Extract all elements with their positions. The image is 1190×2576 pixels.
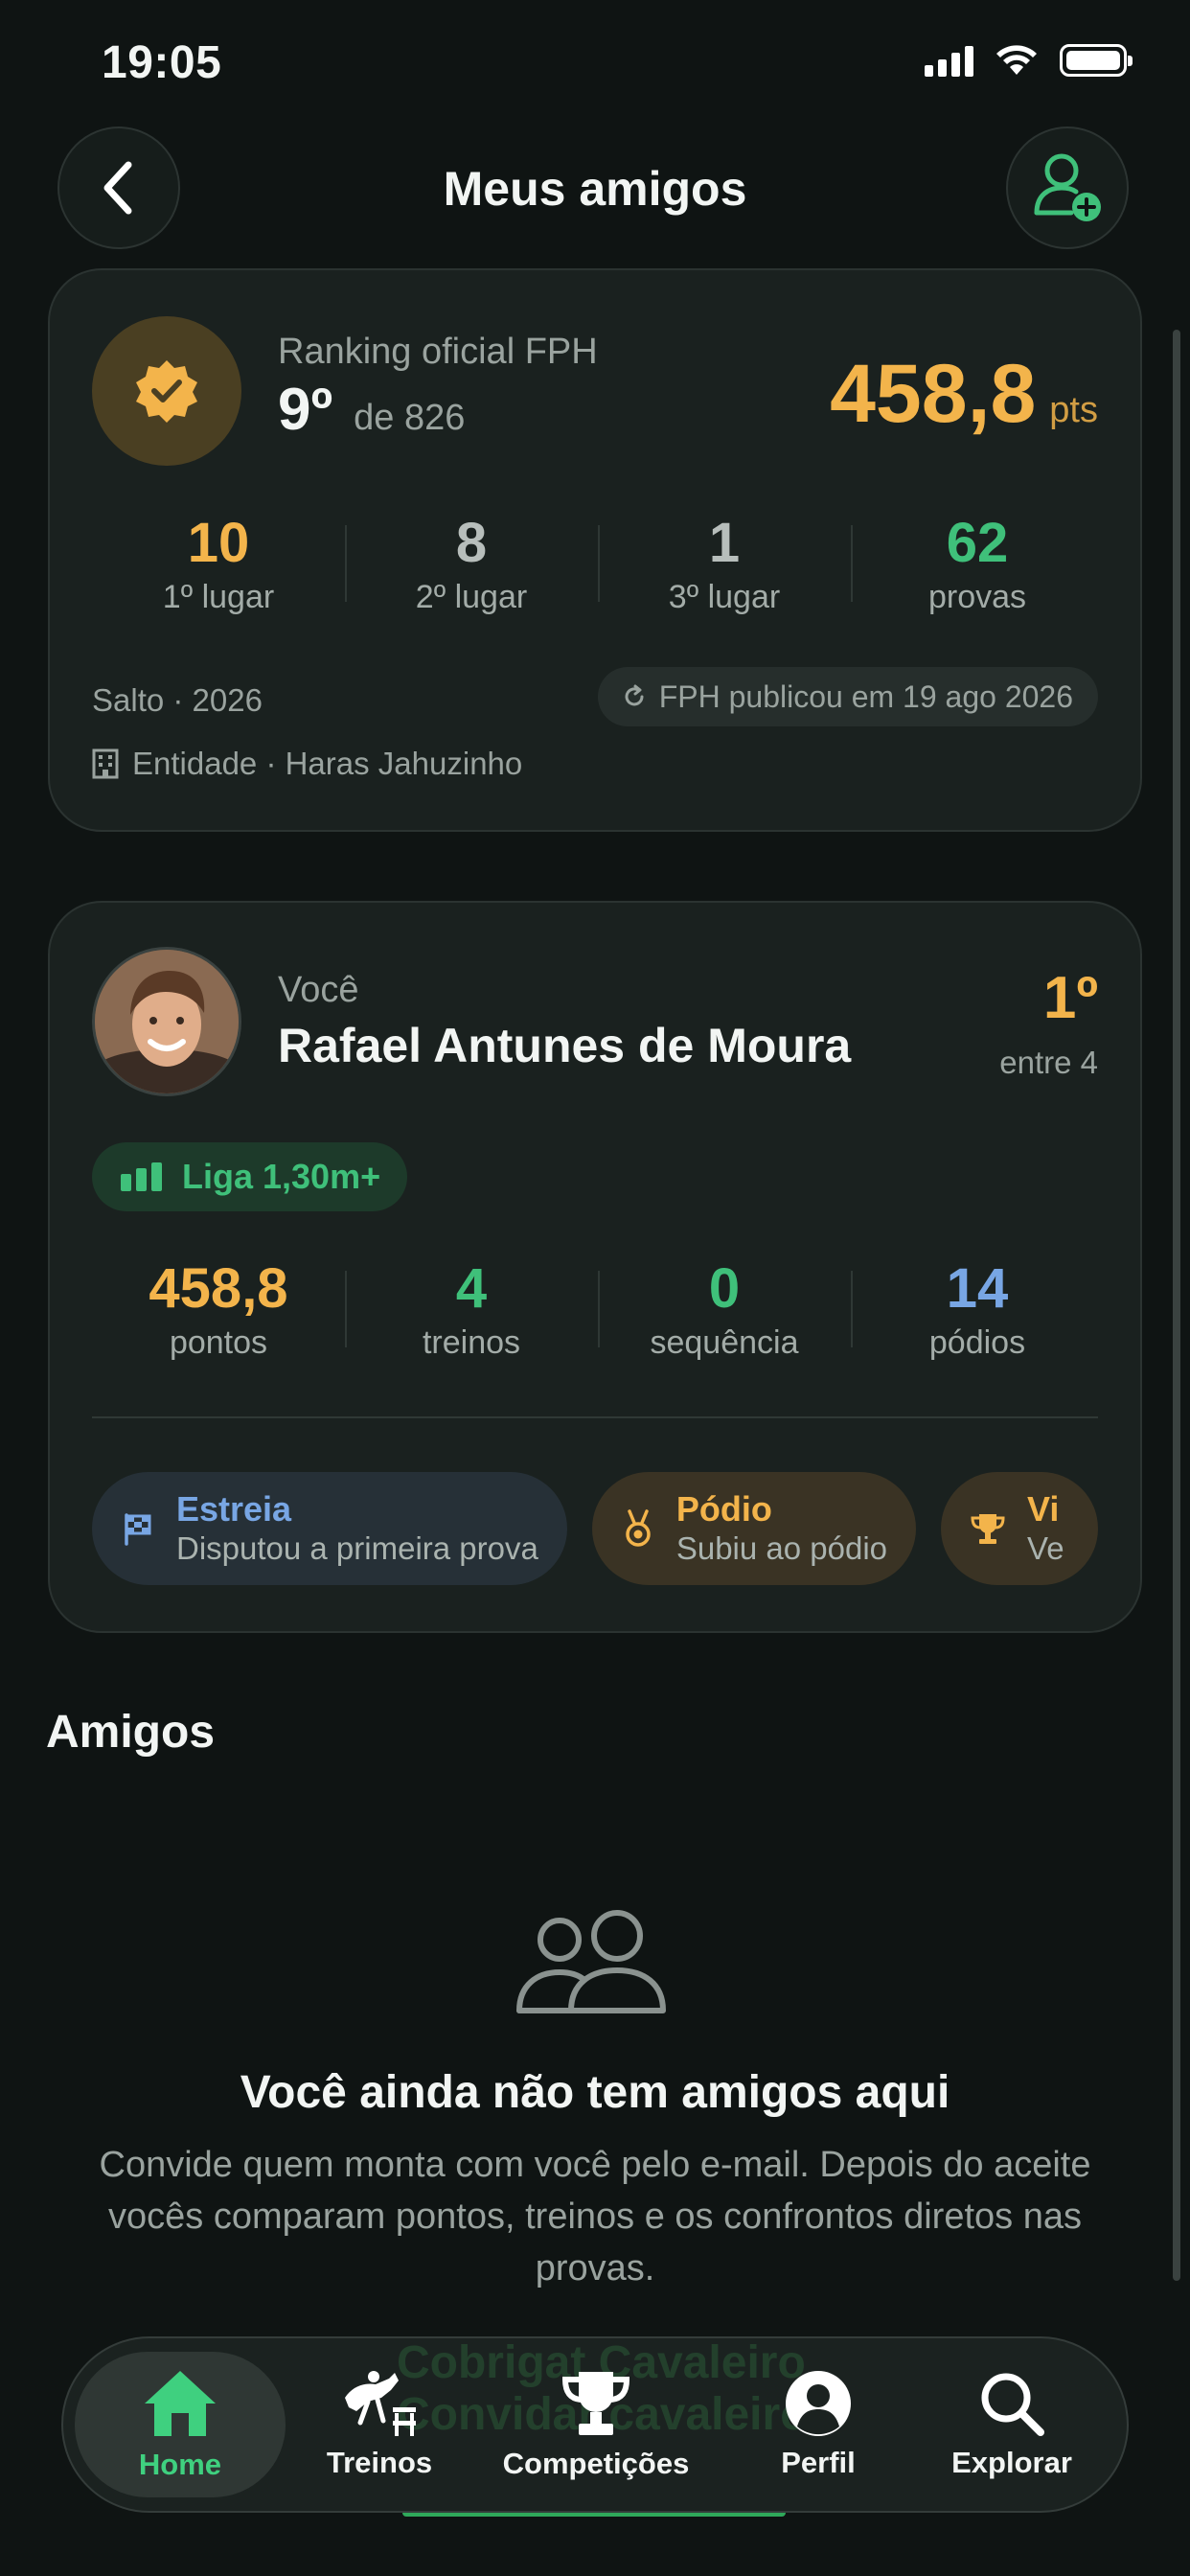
tab-label: Explorar (951, 2446, 1072, 2479)
empty-state-title: Você ainda não tem amigos aqui (240, 2067, 950, 2118)
stat-label: treinos (422, 1324, 521, 1361)
badge-title: Vi (1027, 1489, 1060, 1529)
medal-icon (626, 1509, 651, 1547)
verified-badge-icon (136, 360, 197, 423)
wifi-icon (996, 45, 1037, 75)
avatar[interactable] (92, 947, 241, 1096)
tab-explorar[interactable]: Explorar (906, 2352, 1117, 2497)
my-stats: 458,8 pontos 4 treinos 0 sequência 14 pó… (92, 1257, 1104, 1362)
badge-title: Estreia (176, 1489, 292, 1529)
league-pill: Liga 1,30m+ (92, 1142, 408, 1211)
ranking-total: de 826 (354, 398, 466, 438)
home-icon (145, 2371, 216, 2436)
published-text: FPH publicou em 19 ago 2026 (658, 678, 1073, 714)
tab-home[interactable]: Home (75, 2352, 286, 2497)
user-plus-icon (1034, 153, 1101, 221)
badge-vitoria[interactable]: Vi Ve (941, 1472, 1098, 1585)
tab-label: Perfil (781, 2446, 856, 2479)
search-icon (981, 2373, 1044, 2436)
refresh-icon (625, 684, 644, 706)
badge-podio[interactable]: Pódio Subiu ao pódio (591, 1472, 917, 1585)
trophy-icon (971, 1514, 1005, 1544)
add-friend-button[interactable] (1006, 126, 1129, 249)
entity-text: Entidade · Haras Jahuzinho (132, 746, 523, 781)
stat-label: 1º lugar (162, 579, 275, 615)
stat-points: 458,8 pontos (92, 1257, 345, 1362)
stat-trainings: 4 treinos (345, 1257, 598, 1362)
ranking-points-unit: pts (1049, 390, 1098, 430)
badge-desc: Disputou a primeira prova (176, 1530, 538, 1566)
stat-provas: 62 provas (851, 512, 1104, 616)
divider (92, 1416, 1098, 1418)
trophy-icon (561, 2372, 630, 2435)
ranking-label: Ranking oficial FPH (278, 332, 598, 372)
stat-third-place: 1 3º lugar (598, 512, 851, 616)
friends-section-title: Amigos (46, 1707, 216, 1758)
bar-chart-icon (121, 1162, 162, 1191)
stat-podiums: 14 pódios (851, 1257, 1104, 1362)
battery-icon (1060, 44, 1133, 77)
stat-value: 14 (946, 1257, 1009, 1320)
stat-streak: 0 sequência (598, 1257, 851, 1362)
user-icon (786, 2371, 851, 2436)
checkered-flag-icon (125, 1513, 151, 1546)
tab-competicoes[interactable]: Competições (491, 2352, 701, 2497)
stat-label: sequência (650, 1324, 799, 1361)
badge-desc: Ve (1027, 1530, 1064, 1566)
people-icon (516, 1910, 666, 2013)
avatar-photo (95, 950, 239, 1093)
stat-first-place: 10 1º lugar (92, 512, 345, 616)
empty-state-description: Convide quem monta com você pelo e-mail.… (99, 2145, 1091, 2288)
ranking-position: 9º (278, 377, 333, 443)
stat-value: 458,8 (149, 1257, 288, 1320)
stat-value: 10 (187, 512, 250, 574)
status-icons (925, 44, 1133, 77)
stat-value: 8 (455, 512, 488, 574)
tab-label: Home (138, 2448, 222, 2481)
stat-label: 2º lugar (415, 579, 528, 615)
cellular-signal-icon (925, 44, 973, 77)
ranking-points-row: 458,8 pts (830, 347, 1098, 442)
my-rank: 1º (1042, 965, 1098, 1031)
my-rank-of: entre 4 (999, 1045, 1098, 1080)
entity-row: Entidade · Haras Jahuzinho (92, 746, 522, 782)
tab-perfil[interactable]: Perfil (713, 2352, 924, 2497)
tab-bar: Cobrigat Cavaleiro Convidar cavaleiro Ho… (61, 2336, 1129, 2513)
building-icon (92, 748, 119, 779)
stat-second-place: 8 2º lugar (345, 512, 598, 616)
tab-label: Treinos (326, 2446, 433, 2479)
badge-desc: Subiu ao pódio (675, 1530, 888, 1566)
ranking-badge (92, 316, 241, 466)
stat-label: provas (927, 579, 1027, 615)
tab-label: Competições (502, 2447, 690, 2480)
scrollbar[interactable] (1173, 330, 1180, 2281)
stat-label: pódios (928, 1324, 1026, 1361)
you-caption: Você (278, 970, 359, 1010)
badge-title: Pódio (675, 1489, 772, 1529)
stat-value: 1 (708, 512, 741, 574)
stat-label: 3º lugar (668, 579, 781, 615)
league-label: Liga 1,30m+ (182, 1157, 381, 1196)
ranking-points: 458,8 (830, 348, 1037, 440)
status-time: 19:05 (102, 37, 222, 88)
stat-label: pontos (169, 1324, 268, 1361)
my-profile-card[interactable]: Você Rafael Antunes de Moura 1º entre 4 … (48, 901, 1142, 1633)
stat-value: 0 (708, 1257, 741, 1320)
stat-value: 4 (455, 1257, 488, 1320)
badge-estreia[interactable]: Estreia Disputou a primeira prova (92, 1472, 567, 1585)
ranking-position-row: 9º de 826 (278, 376, 465, 444)
ranking-card[interactable]: Ranking oficial FPH 9º de 826 458,8 pts … (48, 268, 1142, 832)
badges-scroller[interactable]: Estreia Disputou a primeira prova Pódio … (92, 1472, 1098, 1591)
stat-value: 62 (946, 512, 1009, 574)
ranking-stats: 10 1º lugar 8 2º lugar 1 3º lugar 62 pro… (92, 512, 1104, 616)
published-pill: FPH publicou em 19 ago 2026 (597, 667, 1098, 726)
horse-jump-icon (345, 2371, 416, 2436)
tab-treinos[interactable]: Treinos (274, 2352, 485, 2497)
my-name: Rafael Antunes de Moura (278, 1019, 852, 1072)
ranking-season: Salto · 2026 (92, 682, 263, 718)
